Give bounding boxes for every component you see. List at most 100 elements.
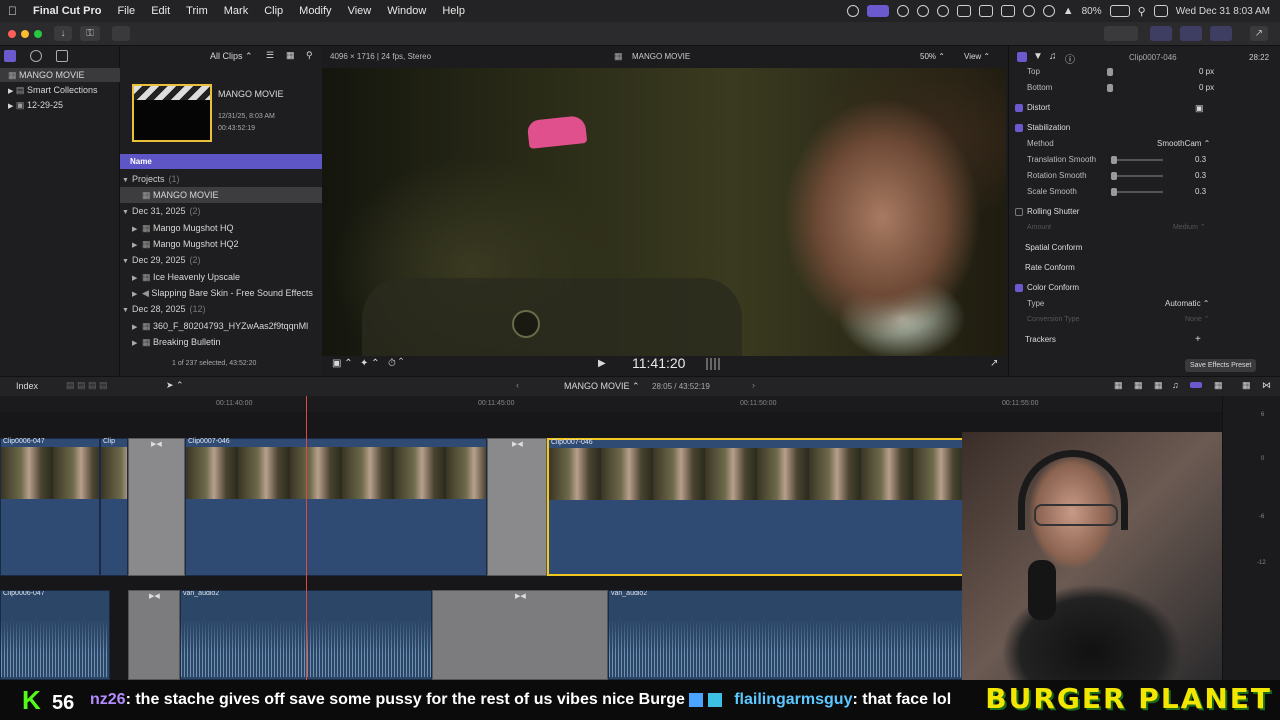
history-back-icon[interactable]: ‹: [516, 380, 519, 390]
zoom-dropdown[interactable]: 50% ⌃: [920, 52, 945, 61]
section-rate-conform[interactable]: Rate Conform: [1009, 260, 1280, 276]
menu-file[interactable]: File: [109, 5, 143, 17]
photos-audio-icon[interactable]: [30, 50, 42, 62]
layout-timeline-button[interactable]: [1180, 26, 1202, 41]
slider-track[interactable]: [1113, 191, 1163, 193]
keyboard-icon[interactable]: [1000, 5, 1015, 17]
video-clip[interactable]: Clip0006-047: [0, 438, 100, 576]
menu-edit[interactable]: Edit: [143, 5, 178, 17]
disclosure-triangle-icon[interactable]: ▼: [122, 303, 132, 317]
app-menu[interactable]: Final Cut Pro: [25, 5, 109, 17]
transform-tool-icon[interactable]: ▣ ⌃: [332, 358, 353, 369]
add-tracker-button[interactable]: +: [1195, 332, 1201, 348]
minimize-window-button[interactable]: [21, 30, 29, 38]
headphones-icon[interactable]: ♫: [1172, 380, 1179, 390]
menu-window[interactable]: Window: [379, 5, 434, 17]
amount-dropdown[interactable]: Medium ⌃: [1173, 220, 1206, 236]
slider-track[interactable]: [1113, 175, 1163, 177]
list-group-event[interactable]: ▼ Dec 29, 2025 (2): [120, 252, 322, 268]
disclosure-triangle-icon[interactable]: ▶: [132, 320, 142, 334]
transition-gap[interactable]: ▶◀: [128, 438, 185, 576]
enhance-tool-icon[interactable]: ✦ ⌃: [360, 358, 380, 369]
param-value[interactable]: 0.3: [1195, 184, 1206, 200]
menu-help[interactable]: Help: [434, 5, 473, 17]
record-icon[interactable]: [916, 5, 929, 17]
distort-checkbox[interactable]: [1015, 104, 1023, 112]
name-column-header[interactable]: Name: [120, 154, 322, 169]
display-icon[interactable]: [978, 5, 993, 17]
param-value[interactable]: 0 px: [1199, 80, 1214, 96]
color-inspector-icon[interactable]: ▼: [1033, 51, 1043, 62]
disclosure-triangle-icon[interactable]: ▶: [132, 287, 142, 301]
select-tool-icon[interactable]: ➤ ⌃: [166, 380, 184, 391]
layout-inspector-button[interactable]: [1210, 26, 1232, 41]
video-clip[interactable]: Clip0007-046: [185, 438, 487, 576]
globe-icon[interactable]: [896, 5, 909, 17]
transitions-browser-icon[interactable]: ⋈: [1262, 380, 1271, 391]
import-button[interactable]: ↓: [54, 26, 72, 41]
volume-icon[interactable]: [956, 5, 971, 17]
background-tasks-button[interactable]: [112, 26, 130, 41]
slider-knob[interactable]: [1111, 156, 1117, 164]
playhead[interactable]: [306, 396, 307, 680]
keywords-button[interactable]: ⚿: [80, 26, 100, 41]
view-dropdown[interactable]: View ⌃: [964, 52, 990, 61]
timeline-ruler[interactable]: 00:11:40:00 00:11:45:00 00:11:50:00 00:1…: [0, 396, 1222, 412]
transition-gap[interactable]: ▶◀: [487, 438, 547, 576]
slider-track[interactable]: [1113, 159, 1163, 161]
menu-mark[interactable]: Mark: [216, 5, 256, 17]
list-item[interactable]: ▶ ▦ Breaking Bulletin: [120, 334, 322, 350]
viewer-timecode[interactable]: 11:41:20: [632, 355, 685, 371]
library-item-smart-collections[interactable]: ▶ ▤ Smart Collections: [0, 83, 97, 97]
save-effects-preset-button[interactable]: Save Effects Preset: [1185, 359, 1257, 372]
section-spatial-conform[interactable]: Spatial Conform: [1009, 240, 1280, 256]
play-button[interactable]: ▶: [598, 358, 606, 369]
color-conform-checkbox[interactable]: [1015, 284, 1023, 292]
focus-icon[interactable]: [1042, 5, 1055, 17]
video-clip[interactable]: Clip: [100, 438, 128, 576]
speed-tool-icon[interactable]: ⏱ ⌃: [388, 358, 403, 369]
audio-transition[interactable]: ▶◀: [128, 590, 180, 680]
disclosure-triangle-icon[interactable]: ▶: [8, 103, 13, 110]
list-item[interactable]: ▶ ▦ Mango Mugshot HQ2: [120, 236, 322, 252]
list-view-icon[interactable]: ☰: [266, 50, 274, 61]
index-button[interactable]: Index: [16, 381, 38, 391]
stabilization-checkbox[interactable]: [1015, 124, 1023, 132]
timeline-project-dropdown[interactable]: MANGO MOVIE ⌃: [564, 381, 640, 392]
audio-skimming-icon[interactable]: ▦: [1154, 380, 1163, 391]
disclosure-triangle-icon[interactable]: ▼: [122, 205, 132, 219]
export-button[interactable]: ↗: [1250, 26, 1268, 41]
zoom-window-button[interactable]: [34, 30, 42, 38]
layout-browser-button[interactable]: [1150, 26, 1172, 41]
libraries-icon[interactable]: [4, 50, 16, 62]
method-dropdown[interactable]: SmoothCam ⌃: [1157, 136, 1210, 152]
video-inspector-icon[interactable]: [1017, 52, 1027, 62]
library-item-mango-movie[interactable]: ▦ MANGO MOVIE: [0, 68, 120, 82]
slider-knob[interactable]: [1111, 172, 1117, 180]
screen-record-icon[interactable]: [866, 5, 889, 17]
list-item[interactable]: ▶ ◀ Slapping Bare Skin - Free Sound Effec…: [120, 285, 322, 301]
effects-browser-icon[interactable]: ▦: [1242, 380, 1251, 391]
menu-view[interactable]: View: [340, 5, 380, 17]
share-button[interactable]: [1104, 26, 1138, 41]
menu-trim[interactable]: Trim: [178, 5, 216, 17]
disclosure-triangle-icon[interactable]: ▼: [122, 254, 132, 268]
edit-tools-icon[interactable]: ▤ ▤ ▤ ▤: [66, 380, 108, 391]
bluetooth-icon[interactable]: [1022, 5, 1035, 17]
video-frame[interactable]: [322, 68, 1006, 356]
battery-icon[interactable]: [1109, 5, 1130, 17]
disclosure-triangle-icon[interactable]: ▼: [122, 173, 132, 187]
distort-icon[interactable]: ▣: [1195, 100, 1204, 116]
close-window-button[interactable]: [8, 30, 16, 38]
param-value[interactable]: 0 px: [1199, 64, 1214, 80]
list-group-projects[interactable]: ▼ Projects (1): [120, 171, 322, 187]
param-value[interactable]: 0.3: [1195, 152, 1206, 168]
param-value[interactable]: 0.3: [1195, 168, 1206, 184]
snapping-icon[interactable]: ▦: [1114, 380, 1123, 391]
slider-knob[interactable]: [1107, 84, 1113, 92]
clip-appearance-icon[interactable]: ▦: [286, 50, 295, 61]
clock[interactable]: Wed Dec 31 8:03 AM: [1176, 6, 1270, 17]
disclosure-triangle-icon[interactable]: ▶: [132, 271, 142, 285]
disclosure-triangle-icon[interactable]: ▶: [132, 336, 142, 350]
wifi-icon[interactable]: ▲: [1063, 5, 1074, 17]
